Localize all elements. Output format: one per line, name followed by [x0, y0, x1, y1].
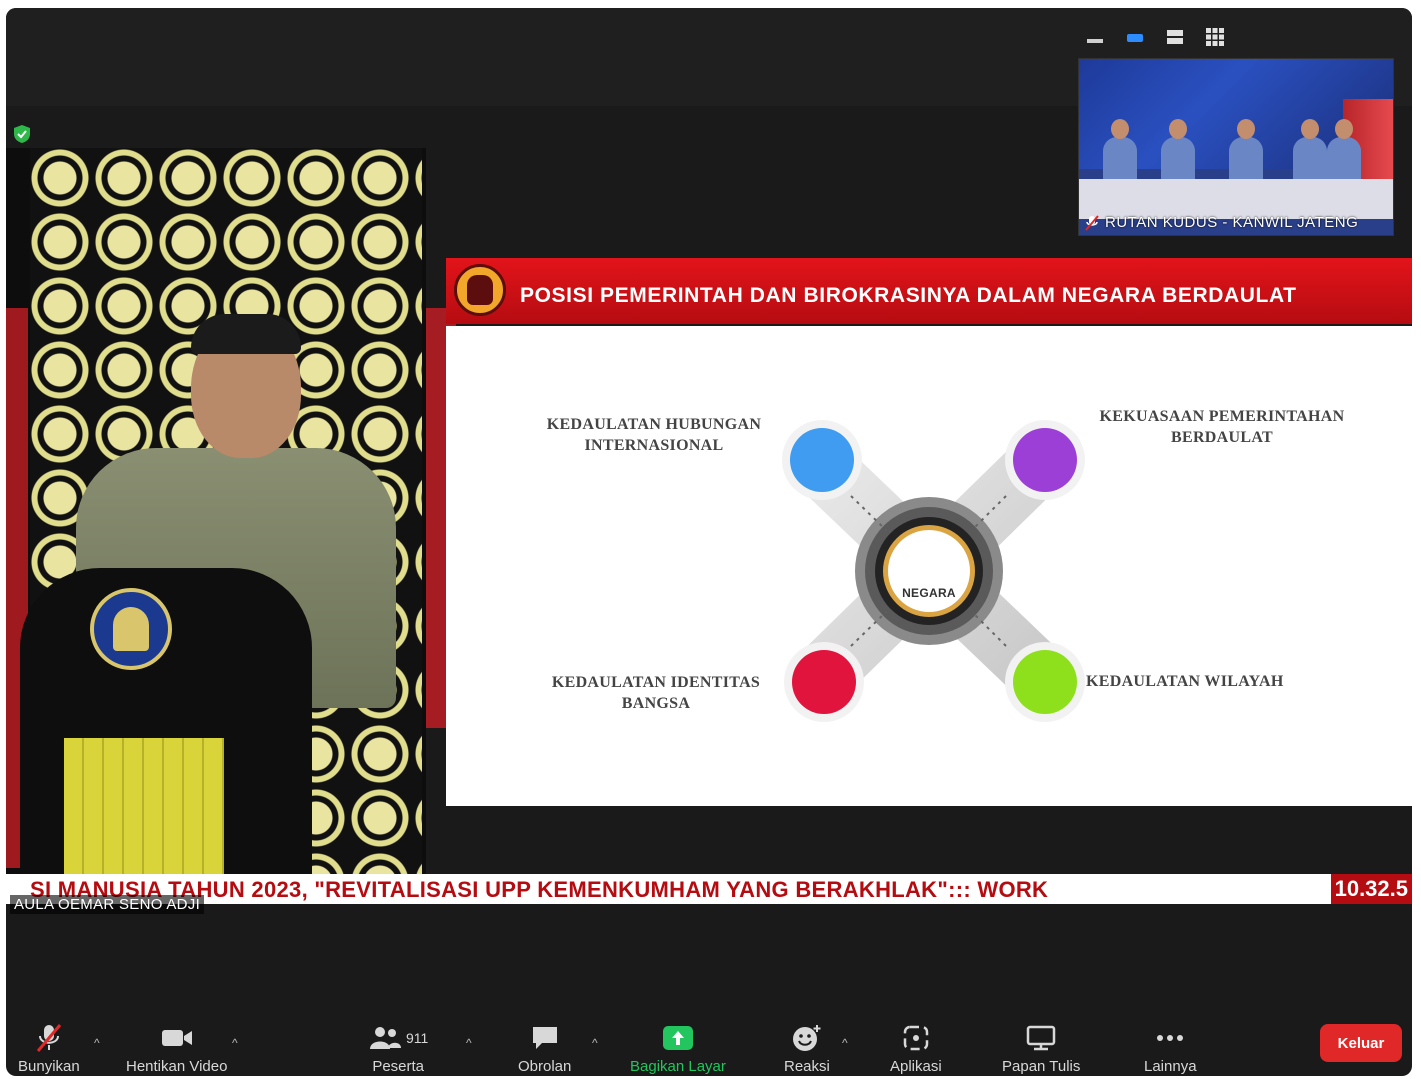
slide-title: POSISI PEMERINTAH DAN BIROKRASINYA DALAM…: [520, 284, 1297, 307]
participant-name: RUTAN KUDUS - KANWIL JATENG: [1105, 214, 1359, 231]
unmute-label: Bunyikan: [18, 1058, 80, 1075]
participants-count: 911: [406, 1030, 429, 1046]
more-button[interactable]: Lainnya: [1144, 1022, 1197, 1075]
apps-label: Aplikasi: [890, 1058, 942, 1075]
participants-options-caret[interactable]: ^: [466, 1036, 472, 1050]
minimize-view-icon[interactable]: [1084, 26, 1106, 48]
shield-icon[interactable]: [12, 124, 32, 144]
slide-header: POSISI PEMERINTAH DAN BIROKRASINYA DALAM…: [446, 258, 1412, 324]
more-label: Lainnya: [1144, 1058, 1197, 1075]
reactions-button[interactable]: Reaksi: [784, 1022, 830, 1075]
label-bottom-right: KEDAULATAN WILAYAH: [1086, 673, 1284, 690]
label-top-left: KEDAULATAN HUBUNGAN INTERNASIONAL: [546, 416, 762, 454]
label-bottom-left: KEDAULATAN IDENTITAS BANGSA: [551, 674, 761, 712]
center-label: NEGARA: [902, 586, 956, 600]
participant-thumbnail-video[interactable]: RUTAN KUDUS - KANWIL JATENG: [1078, 58, 1394, 236]
share-screen-label: Bagikan Layar: [630, 1058, 726, 1075]
view-controls: [1084, 26, 1226, 48]
video-camera-icon: [160, 1022, 194, 1054]
reactions-label: Reaksi: [784, 1058, 830, 1075]
slide-logo: [454, 264, 506, 316]
table: [1079, 179, 1393, 219]
gallery-view-icon[interactable]: [1204, 26, 1226, 48]
ticker-time: 10.32.5: [1330, 874, 1412, 904]
whiteboard-icon: [1025, 1022, 1057, 1054]
video-options-caret[interactable]: ^: [232, 1036, 238, 1050]
speaker-hair: [191, 314, 301, 354]
participants-label: Peserta: [372, 1058, 425, 1075]
stop-video-label: Hentikan Video: [126, 1058, 228, 1075]
whiteboard-button[interactable]: Papan Tulis: [1002, 1022, 1080, 1075]
chat-button[interactable]: Obrolan: [518, 1022, 571, 1075]
shared-slide[interactable]: NEGARA KEDAULATAN HUBUNGAN INTERNASIONAL…: [446, 326, 1412, 806]
active-speaker-video[interactable]: [6, 148, 426, 878]
more-icon: [1154, 1022, 1186, 1054]
speaker-name-label: AULA OEMAR SENO ADJI: [10, 895, 205, 914]
audio-options-caret[interactable]: ^: [94, 1036, 100, 1050]
podium-front-panel: [64, 738, 224, 878]
participant-name-label: RUTAN KUDUS - KANWIL JATENG: [1085, 214, 1358, 231]
node-top-left: [790, 428, 854, 492]
meeting-toolbar: Bunyikan ^ Hentikan Video ^ 911 Peserta …: [6, 1016, 1412, 1076]
node-bottom-left: [792, 650, 856, 714]
sovereignty-diagram: [782, 420, 1085, 722]
smiley-icon: [791, 1022, 823, 1054]
participants-button[interactable]: 911 Peserta: [368, 1022, 428, 1075]
podium-emblem: [90, 588, 172, 670]
mic-muted-icon: [1085, 214, 1099, 231]
unmute-button[interactable]: Bunyikan: [18, 1022, 80, 1075]
apps-button[interactable]: Aplikasi: [890, 1022, 942, 1075]
speaker-view-icon[interactable]: [1124, 26, 1146, 48]
share-screen-icon: [661, 1022, 695, 1054]
share-screen-button[interactable]: Bagikan Layar: [630, 1022, 726, 1075]
whiteboard-label: Papan Tulis: [1002, 1058, 1081, 1075]
news-ticker: SI MANUSIA TAHUN 2023, "REVITALISASI UPP…: [6, 874, 1412, 904]
stop-video-button[interactable]: Hentikan Video: [126, 1022, 227, 1075]
reactions-options-caret[interactable]: ^: [842, 1036, 848, 1050]
chat-options-caret[interactable]: ^: [592, 1036, 598, 1050]
stacked-view-icon[interactable]: [1164, 26, 1186, 48]
label-top-right: KEKUASAAN PEMERINTAHAN BERDAULAT: [1099, 408, 1345, 446]
mic-muted-icon: [35, 1022, 63, 1054]
hand-icon: [467, 275, 493, 305]
participants-icon: 911: [368, 1022, 428, 1054]
node-bottom-right: [1013, 650, 1077, 714]
apps-icon: [901, 1022, 931, 1054]
chat-label: Obrolan: [518, 1058, 572, 1075]
chat-icon: [530, 1022, 560, 1054]
leave-meeting-button[interactable]: Keluar: [1320, 1024, 1402, 1062]
zoom-meeting-window: RUTAN KUDUS - KANWIL JATENG POSISI PEMER…: [6, 8, 1412, 1076]
